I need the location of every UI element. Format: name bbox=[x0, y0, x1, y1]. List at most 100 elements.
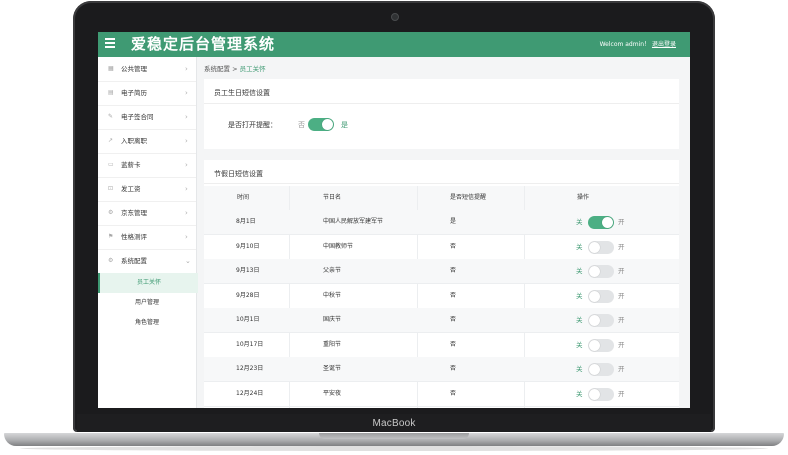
breadcrumb-separator: > bbox=[232, 65, 238, 73]
toggle-on-label: 开 bbox=[618, 267, 625, 275]
toggle-knob bbox=[589, 241, 600, 253]
holiday-reminder-toggle[interactable] bbox=[588, 338, 614, 352]
table-header: 时间 节日名 是否短信提醒 操作 bbox=[204, 186, 679, 211]
holiday-reminder-toggle[interactable] bbox=[588, 387, 614, 401]
toggle-knob bbox=[589, 339, 600, 351]
sidebar-item[interactable]: ▤ 电子简历 › bbox=[98, 81, 196, 106]
laptop-shadow bbox=[20, 446, 768, 451]
chevron-down-icon: ⌄ bbox=[185, 257, 191, 265]
toggle-knob bbox=[589, 290, 600, 302]
toggle-knob bbox=[602, 217, 613, 228]
chevron-right-icon: › bbox=[185, 137, 188, 145]
table-row: 12月24日 平安夜 否 关 开 bbox=[204, 382, 679, 407]
sidebar-item[interactable]: ↗ 入职离职 › bbox=[98, 129, 196, 154]
toggle-off-label: 关 bbox=[576, 340, 583, 349]
sidebar-item[interactable]: ✎ 电子签合同 › bbox=[98, 105, 196, 130]
table-row: 10月1日 国庆节 否 关 开 bbox=[204, 308, 679, 333]
sidebar-item[interactable]: ⚙ 系统配置 ⌄ bbox=[98, 249, 196, 274]
remind-cell: 否 bbox=[450, 389, 457, 397]
welcome-text: Welcom admin！ bbox=[599, 41, 651, 48]
remind-cell: 否 bbox=[450, 291, 457, 299]
holiday-reminder-toggle[interactable] bbox=[588, 363, 614, 376]
sidebar-subitem[interactable]: 角色管理 bbox=[98, 313, 196, 333]
sidebar-item-label: 发工资 bbox=[121, 185, 141, 193]
remind-cell: 否 bbox=[450, 267, 457, 274]
holiday-reminder-toggle[interactable] bbox=[588, 240, 614, 254]
toggle-off-label: 关 bbox=[576, 389, 583, 398]
sidebar-item[interactable]: ⚙ 京东管理 › bbox=[98, 201, 196, 226]
sidebar-subitem-label: 用户管理 bbox=[135, 299, 160, 306]
toggle-on-label: 开 bbox=[618, 365, 625, 373]
holiday-sms-card: 节假日短信设置 时间 节日名 是否短信提醒 操作 8月1日 中国人民解放军建军节 是… bbox=[204, 160, 679, 408]
holiday-name-cell: 中国人民解放军建军节 bbox=[323, 218, 384, 225]
holiday-reminder-toggle[interactable] bbox=[588, 216, 614, 229]
holiday-name-cell: 平安夜 bbox=[323, 389, 342, 397]
breadcrumb-parent[interactable]: 系统配置 bbox=[204, 65, 230, 73]
document-icon: ▤ bbox=[108, 89, 114, 96]
holiday-reminder-toggle[interactable] bbox=[588, 289, 614, 303]
screen: 爱稳定后台管理系统 Welcom admin！ 退出登录 ▦ 公共管理 › ▤ 电子简历… bbox=[98, 32, 690, 408]
toggle-knob bbox=[589, 364, 600, 375]
chevron-right-icon: › bbox=[185, 161, 188, 169]
holiday-name-cell: 重阳节 bbox=[323, 340, 342, 348]
welcome-area: Welcom admin！ 退出登录 bbox=[600, 40, 676, 49]
sidebar-subitem[interactable]: 员工关怀 bbox=[98, 273, 198, 293]
logout-link[interactable]: 退出登录 bbox=[652, 41, 676, 48]
date-cell: 12月23日 bbox=[236, 365, 264, 372]
sidebar-item[interactable]: ▭ 蓝薪卡 › bbox=[98, 153, 196, 178]
toggle-on-label: 开 bbox=[618, 218, 625, 226]
holiday-reminder-toggle[interactable] bbox=[588, 314, 614, 327]
reminder-off-label: 否 bbox=[298, 121, 305, 129]
table-row: 9月13日 父亲节 否 关 开 bbox=[204, 259, 679, 284]
sidebar-item-label: 系统配置 bbox=[121, 257, 147, 265]
sidebar-item[interactable]: ▦ 公共管理 › bbox=[98, 57, 196, 82]
toggle-on-label: 开 bbox=[618, 291, 625, 300]
app-title: 爱稳定后台管理系统 bbox=[131, 35, 276, 53]
chevron-right-icon: › bbox=[185, 113, 188, 121]
remind-cell: 否 bbox=[450, 340, 457, 348]
sidebar-item-label: 公共管理 bbox=[121, 65, 147, 73]
sidebar-subitem[interactable]: 用户管理 bbox=[98, 293, 196, 313]
grid-icon: ▦ bbox=[108, 65, 114, 72]
column-header-action: 操作 bbox=[577, 194, 590, 201]
toggle-off-label: 关 bbox=[576, 365, 583, 373]
holiday-reminder-toggle[interactable] bbox=[588, 265, 614, 278]
toggle-on-label: 开 bbox=[618, 389, 625, 398]
holiday-name-cell: 中国教师节 bbox=[323, 242, 354, 250]
chevron-right-icon: › bbox=[185, 233, 188, 241]
breadcrumb-current: 员工关怀 bbox=[239, 65, 266, 73]
toggle-off-label: 关 bbox=[576, 242, 583, 251]
toggle-on-label: 开 bbox=[618, 340, 625, 349]
sidebar-item-label: 入职离职 bbox=[121, 137, 147, 145]
column-header-holiday: 节日名 bbox=[323, 194, 342, 201]
holiday-card-title: 节假日短信设置 bbox=[214, 170, 263, 178]
birthday-reminder-toggle[interactable] bbox=[308, 118, 334, 131]
sidebar-subitem-label: 角色管理 bbox=[135, 319, 160, 326]
date-cell: 8月1日 bbox=[236, 218, 256, 225]
hamburger-menu-icon[interactable] bbox=[105, 38, 115, 50]
flag-icon: ⚑ bbox=[108, 233, 114, 240]
divider bbox=[204, 183, 679, 184]
toggle-knob bbox=[589, 315, 600, 326]
table-row: 9月28日 中秋节 否 关 开 bbox=[204, 284, 679, 309]
laptop-brand: MacBook bbox=[372, 418, 416, 429]
date-cell: 12月24日 bbox=[236, 389, 264, 397]
sidebar-item[interactable]: ⊡ 发工资 › bbox=[98, 177, 196, 202]
holiday-name-cell: 国庆节 bbox=[323, 316, 342, 323]
settings-icon: ⚙ bbox=[108, 257, 114, 264]
sidebar-item[interactable]: ⚑ 性格测评 › bbox=[98, 225, 196, 250]
table-row: 8月1日 中国人民解放军建军节 是 关 开 bbox=[204, 210, 679, 235]
reminder-on-label: 是 bbox=[341, 121, 348, 129]
toggle-off-label: 关 bbox=[576, 218, 583, 226]
remind-cell: 否 bbox=[450, 242, 457, 250]
remind-cell: 否 bbox=[450, 316, 457, 323]
date-cell: 9月28日 bbox=[236, 291, 260, 299]
breadcrumb: 系统配置 > 员工关怀 bbox=[204, 63, 266, 73]
remind-cell: 是 bbox=[450, 218, 457, 225]
sidebar-item-label: 京东管理 bbox=[121, 209, 147, 217]
table-row: 10月17日 重阳节 否 关 开 bbox=[204, 333, 679, 358]
chevron-right-icon: › bbox=[185, 89, 188, 97]
table-row: 12月23日 圣诞节 否 关 开 bbox=[204, 357, 679, 382]
toggle-off-label: 关 bbox=[576, 267, 583, 275]
card-icon: ▭ bbox=[108, 161, 114, 168]
